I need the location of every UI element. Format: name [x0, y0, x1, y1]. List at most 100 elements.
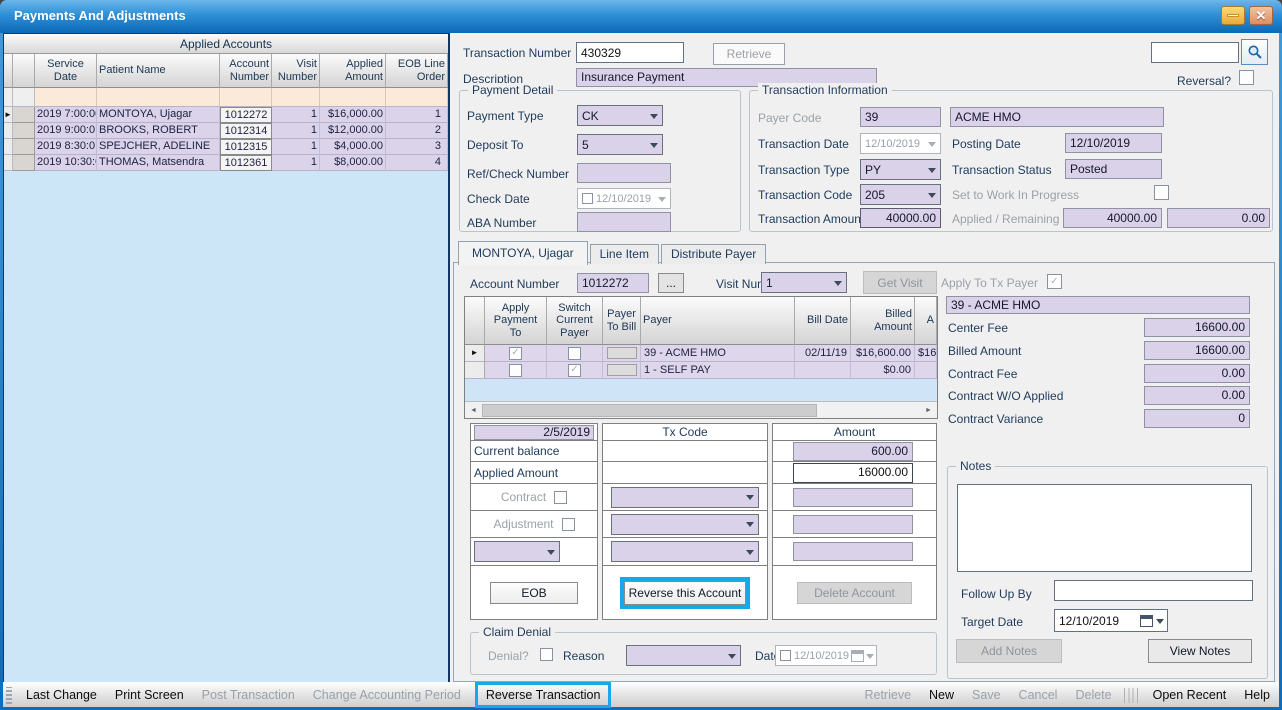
cell-visit-number[interactable]: 1	[272, 107, 320, 123]
row-header-cell[interactable]	[13, 123, 35, 139]
adjustment-amount-field[interactable]	[793, 515, 913, 534]
apply-to-tx-payer-checkbox[interactable]	[1047, 274, 1062, 289]
column-header-service-date[interactable]: Service Date	[35, 54, 97, 88]
scroll-right-icon[interactable]: ►	[920, 402, 937, 418]
cell-eob-line-order[interactable]: 1	[386, 107, 448, 123]
column-header-eob-line-order[interactable]: EOB Line Order	[386, 54, 448, 88]
tab-line-item[interactable]: Line Item	[590, 244, 659, 264]
deposit-to-select[interactable]: 5	[577, 134, 663, 155]
work-in-progress-checkbox[interactable]	[1154, 185, 1169, 200]
reverse-this-account-button[interactable]: Reverse this Account	[624, 581, 746, 605]
partial-amount-cell[interactable]	[915, 362, 937, 379]
change-accounting-period-button[interactable]: Change Accounting Period	[304, 688, 470, 702]
payer-to-bill-button[interactable]	[607, 364, 637, 376]
notes-textarea[interactable]	[957, 484, 1252, 572]
transaction-number-input[interactable]	[576, 42, 684, 63]
filter-row-cell[interactable]	[386, 88, 448, 107]
contract-txcode-select[interactable]	[611, 487, 759, 508]
cell-service-date[interactable]: 2019 10:30:0	[35, 155, 97, 171]
cell-patient-name[interactable]: BROOKS, ROBERT	[97, 123, 220, 139]
cell-patient-name[interactable]: THOMAS, Matsendra	[97, 155, 220, 171]
row-header-cell[interactable]	[13, 107, 35, 123]
apply-payment-cell[interactable]	[485, 345, 547, 362]
denial-reason-select[interactable]	[626, 645, 741, 666]
search-button[interactable]	[1241, 39, 1268, 65]
payment-type-select[interactable]: CK	[577, 105, 663, 126]
filter-row-cell[interactable]	[320, 88, 386, 107]
account-number-value[interactable]: 1012272	[577, 273, 649, 293]
tab-distribute-payer[interactable]: Distribute Payer	[661, 244, 766, 264]
scrollbar-thumb[interactable]	[482, 404, 817, 417]
eob-button[interactable]: EOB	[490, 582, 578, 604]
contract-checkbox[interactable]	[554, 491, 567, 504]
payer-column-header-bill-date[interactable]: Bill Date	[795, 297, 851, 345]
account-lookup-button[interactable]: ...	[658, 273, 684, 293]
switch-payer-checkbox[interactable]	[568, 364, 581, 377]
cell-account-number[interactable]: 1012361	[220, 155, 272, 171]
help-button[interactable]: Help	[1235, 688, 1279, 702]
cell-patient-name[interactable]: SPEJCHER, ADELINE	[97, 139, 220, 155]
cell-eob-line-order[interactable]: 2	[386, 123, 448, 139]
cell-eob-line-order[interactable]: 3	[386, 139, 448, 155]
payer-column-header-billed-amount[interactable]: Billed Amount	[851, 297, 915, 345]
cell-visit-number[interactable]: 1	[272, 123, 320, 139]
save-button[interactable]: Save	[963, 688, 1010, 702]
extra-type-select[interactable]	[474, 541, 560, 562]
transaction-type-select[interactable]: PY	[860, 159, 941, 180]
visit-number-select[interactable]: 1	[761, 272, 847, 293]
switch-payer-cell[interactable]	[547, 362, 603, 379]
cell-account-number[interactable]: 1012314	[220, 123, 272, 139]
apply-payment-checkbox[interactable]	[509, 364, 522, 377]
switch-payer-checkbox[interactable]	[568, 347, 581, 360]
adjustment-checkbox[interactable]	[562, 518, 575, 531]
retrieve-button[interactable]: Retrieve	[855, 688, 920, 702]
payer-to-bill-button[interactable]	[607, 347, 637, 359]
print-screen-button[interactable]: Print Screen	[106, 688, 193, 702]
switch-payer-cell[interactable]	[547, 345, 603, 362]
billed-amount-cell[interactable]: $16,600.00	[851, 345, 915, 362]
retrieve-transaction-button[interactable]: Retrieve	[713, 43, 785, 65]
horizontal-scrollbar[interactable]: ◄ ►	[465, 401, 937, 418]
aba-number-field[interactable]	[577, 212, 671, 232]
cell-applied-amount[interactable]: $12,000.00	[320, 123, 386, 139]
cancel-button[interactable]: Cancel	[1010, 688, 1067, 702]
bill-date-cell[interactable]	[795, 362, 851, 379]
scroll-left-icon[interactable]: ◄	[465, 402, 482, 418]
payer-name-cell[interactable]: 1 - SELF PAY	[641, 362, 795, 379]
filter-row-cell[interactable]	[272, 88, 320, 107]
payer-column-header-switch[interactable]: Switch Current Payer	[547, 297, 603, 345]
filter-row-cell[interactable]	[97, 88, 220, 107]
tab-patient-montoya[interactable]: MONTOYA, Ujagar	[458, 241, 588, 265]
partial-amount-cell[interactable]: $16,	[915, 345, 937, 362]
payer-column-header-payer-to-bill[interactable]: Payer To Bill	[603, 297, 641, 345]
minimize-button[interactable]	[1221, 6, 1245, 25]
payer-row[interactable]: 1 - SELF PAY $0.00	[465, 362, 937, 379]
reversal-checkbox[interactable]	[1239, 70, 1254, 85]
cell-service-date[interactable]: 2019 9:00:0	[35, 123, 97, 139]
cell-applied-amount[interactable]: $8,000.00	[320, 155, 386, 171]
filter-row-cell[interactable]	[35, 88, 97, 107]
payer-column-header-payer[interactable]: Payer	[641, 297, 795, 345]
delete-account-button[interactable]: Delete Account	[797, 582, 912, 604]
add-notes-button[interactable]: Add Notes	[956, 639, 1062, 663]
adjustment-txcode-select[interactable]	[611, 514, 759, 535]
last-change-button[interactable]: Last Change	[17, 688, 106, 702]
target-date-picker[interactable]: 12/10/2019	[1054, 609, 1168, 632]
cell-patient-name[interactable]: MONTOYA, Ujagar	[97, 107, 220, 123]
cell-eob-line-order[interactable]: 4	[386, 155, 448, 171]
column-header-account-number[interactable]: Account Number	[220, 54, 272, 88]
contract-amount-field[interactable]	[793, 488, 913, 507]
denial-checkbox[interactable]	[540, 648, 553, 661]
close-button[interactable]: ✕	[1249, 6, 1273, 25]
apply-payment-checkbox[interactable]	[509, 347, 522, 360]
reverse-transaction-button[interactable]: Reverse Transaction	[478, 685, 609, 705]
row-header-cell[interactable]	[13, 155, 35, 171]
row-header-cell[interactable]	[13, 139, 35, 155]
follow-up-by-input[interactable]	[1054, 580, 1253, 601]
cell-service-date[interactable]: 2019 7:00:00	[35, 107, 97, 123]
ref-check-number-field[interactable]	[577, 163, 671, 183]
cell-service-date[interactable]: 2019 8:30:0	[35, 139, 97, 155]
apply-payment-cell[interactable]	[485, 362, 547, 379]
post-transaction-button[interactable]: Post Transaction	[193, 688, 304, 702]
payer-column-header-apply[interactable]: Apply Payment To	[485, 297, 547, 345]
